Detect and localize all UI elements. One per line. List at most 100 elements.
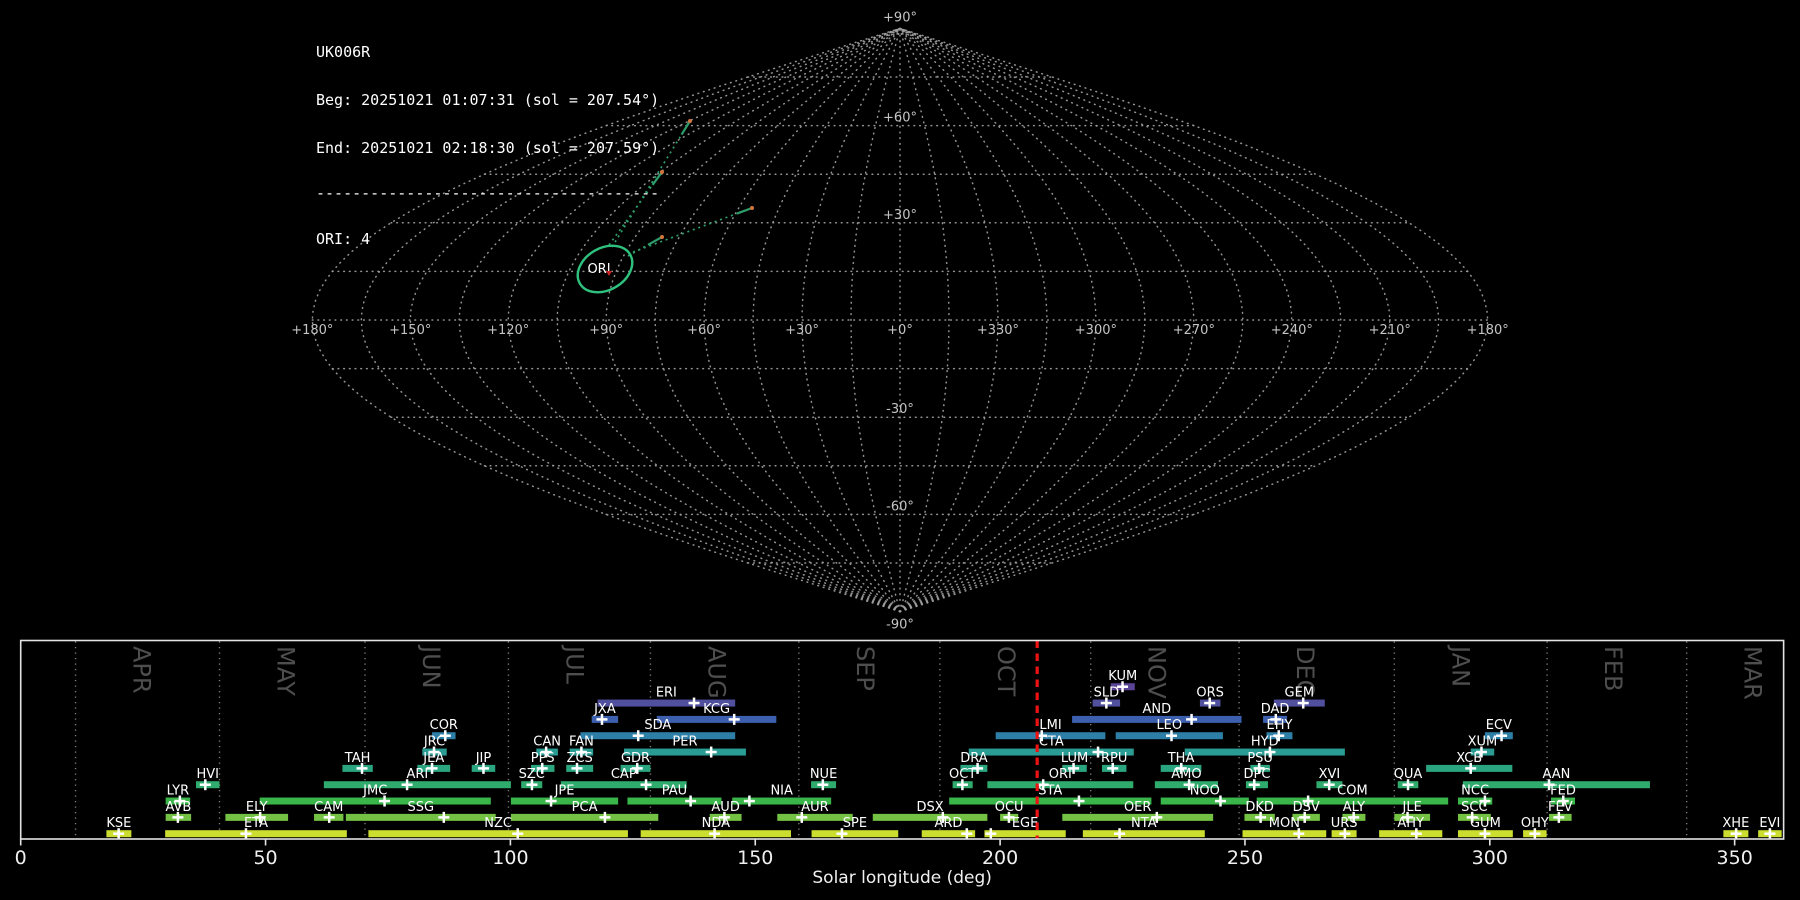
shower-label: MON [1269,816,1300,831]
shower-label: EGE [1012,816,1039,831]
shower-label: LUM [1061,751,1088,766]
shower-label: FED [1550,784,1576,799]
shower-label: AND [1142,702,1171,717]
shower-label: NZC [484,816,512,831]
x-tick-label: 200 [982,847,1018,869]
shower-label: LMI [1039,718,1061,733]
shower-bar [811,830,899,838]
month-label: APR [128,646,156,694]
shower-label: SDA [644,718,671,733]
shower-label: COR [430,718,458,733]
shower-bar [1082,830,1205,838]
shower-label: AAN [1542,767,1570,782]
shower-label: FAN [569,735,594,750]
shower-label: JPE [554,784,575,799]
shower-label: HVI [197,767,220,782]
activity-timeline: APR MAY JUN JUL AUG SEP OCT NOV DEC JAN FEB MARKSE E… [15,639,1785,888]
x-tick-label: 100 [492,847,528,869]
shower-label: ZCS [567,751,593,766]
shower-label: JEA [422,751,444,766]
month-label: JAN [1446,644,1474,687]
shower-label: XUM [1468,735,1498,750]
shower-bar [1160,797,1249,805]
shower-label: SPE [843,816,867,831]
shower-label: NTA [1131,816,1157,831]
shower-label: ORI [1049,767,1072,782]
shower-label: COM [1337,784,1368,799]
x-axis-title: Solar longitude (deg) [812,868,992,888]
shower-label: GEM [1285,686,1315,701]
shower-label: JXA [593,702,616,717]
shower-label: EHY [1267,718,1293,733]
shower-bar [627,797,722,805]
shower-label: CAM [314,800,343,815]
shower-label: AUD [711,800,739,815]
shower-bar [777,813,853,821]
shower-label: KCG [703,702,730,717]
shower-label: QUA [1394,767,1423,782]
x-tick-label: 0 [15,847,27,869]
shower-label: PCA [572,800,598,815]
shower-label: CAN [533,735,561,750]
month-label: JUL [560,644,588,685]
shower-bar [984,830,1066,838]
month-label: MAR [1739,646,1767,700]
month-label: FEB [1599,646,1627,691]
month-label: AUG [702,646,730,699]
month-label: JUN [417,644,445,689]
shower-label: ARD [934,816,962,831]
shower-label: JIP [475,751,492,766]
shower-bar [656,715,777,723]
shower-label: NOO [1190,784,1220,799]
shower-label: NIA [770,784,793,799]
month-label: OCT [992,646,1020,697]
shower-label: CTA [1039,735,1064,750]
shower-label: LYR [167,784,190,799]
shower-label: OHY [1521,816,1549,831]
shower-label: DPC [1243,767,1270,782]
shower-label: JRC [423,735,445,750]
shower-label: PAU [662,784,687,799]
month-label: MAY [272,646,300,696]
shower-label: SLD [1094,686,1120,701]
shower-label: AVB [165,800,191,815]
shower-label: DKD [1245,800,1274,815]
shower-bar [345,813,496,821]
shower-label: PER [672,735,697,750]
shower-label: DRA [960,751,988,766]
shower-label: RPU [1101,751,1127,766]
shower-bar [259,797,491,805]
shower-label: XHE [1722,816,1749,831]
shower-label: TAH [344,751,371,766]
shower-label: ALY [1343,800,1365,815]
shower-label: ELY [246,800,268,815]
shower-label: DSV [1293,800,1320,815]
shower-label: ARI [406,767,428,782]
shower-bar [1242,830,1327,838]
shower-label: NCC [1461,784,1489,799]
shower-label: AUR [801,800,828,815]
shower-label: EVI [1759,816,1780,831]
shower-label: OER [1124,800,1151,815]
shower-label: JMC [362,784,387,799]
shower-label: GDR [621,751,650,766]
month-label: NOV [1143,646,1171,699]
shower-label: XCB [1456,751,1482,766]
shower-label: PPS [531,751,555,766]
x-tick-label: 50 [253,847,277,869]
shower-label: DAD [1261,702,1290,717]
shower-label: GUM [1470,816,1501,831]
shower-label: XVI [1319,767,1341,782]
x-tick-label: 150 [737,847,773,869]
x-tick-label: 350 [1717,847,1753,869]
shower-label: SZC [519,767,545,782]
shower-bar [165,830,347,838]
shower-label: STA [1038,784,1062,799]
x-tick-label: 300 [1472,847,1508,869]
shower-label: NUE [810,767,837,782]
shower-label: THA [1167,751,1195,766]
shower-label: AHY [1397,816,1424,831]
shower-label: HYD [1251,735,1279,750]
shower-bar [510,813,659,821]
screenshot-root: +180° +150° +120° +90° +60° +30° +0° +330° +300°… [0,0,1800,900]
